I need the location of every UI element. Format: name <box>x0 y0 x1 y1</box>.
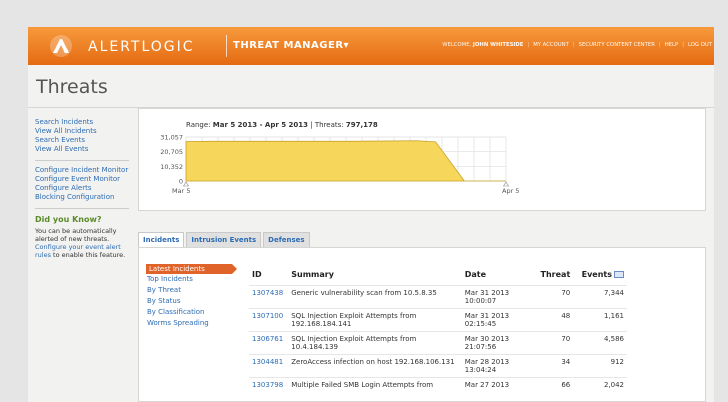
subnav-by-classification[interactable]: By Classification <box>146 307 241 318</box>
link-separator: | <box>658 42 661 48</box>
sidebar-item-view-all-incidents[interactable]: View All Incidents <box>35 127 129 136</box>
x-tick-label: Mar 5 <box>172 187 190 195</box>
tab-incidents[interactable]: Incidents <box>138 232 185 247</box>
tab-defenses[interactable]: Defenses <box>263 232 310 247</box>
product-menu[interactable]: THREAT MANAGER▾ <box>233 40 349 51</box>
table-row[interactable]: 1307438 Generic vulnerability scan from 1… <box>249 285 627 309</box>
brand-name: ALERTLOGIC <box>88 39 195 55</box>
incident-threat: 66 <box>536 377 574 392</box>
incident-threat: 70 <box>536 285 574 309</box>
incident-date: Mar 30 2013 21:07:56 <box>461 331 537 355</box>
table-row[interactable]: 1306761 SQL Injection Exploit Attempts fr… <box>249 331 627 355</box>
tab-intrusion-events[interactable]: Intrusion Events <box>186 232 262 247</box>
y-tick-label: 0 <box>179 178 183 186</box>
did-you-know-heading: Did you Know? <box>35 215 102 224</box>
page-title: Threats <box>36 76 108 98</box>
incident-id-link[interactable]: 1304481 <box>249 354 289 378</box>
sidebar-divider <box>35 208 129 209</box>
top-header: ALERTLOGIC THREAT MANAGER▾ WELCOME, JOHN… <box>28 27 714 65</box>
sidebar-item-configure-alerts[interactable]: Configure Alerts <box>35 184 129 193</box>
incident-id-link[interactable]: 1303798 <box>249 377 289 392</box>
column-header-date[interactable]: Date <box>462 268 536 286</box>
sidebar-item-view-all-events[interactable]: View All Events <box>35 145 129 154</box>
incident-events: 4,586 <box>573 331 627 355</box>
column-header-id[interactable]: ID <box>249 268 288 286</box>
sidebar-item-search-events[interactable]: Search Events <box>35 136 129 145</box>
did-you-know-text: You can be automatically alerted of new … <box>35 227 126 259</box>
incidents-panel: Latest Incidents Top Incidents By Threat… <box>138 247 706 402</box>
welcome-text: WELCOME, JOHN WHITESIDE <box>442 42 524 48</box>
incident-threat: 34 <box>536 354 574 378</box>
sidebar-divider <box>35 160 129 161</box>
sidebar-item-blocking-configuration[interactable]: Blocking Configuration <box>35 193 129 202</box>
link-separator: | <box>682 42 684 48</box>
link-separator: | <box>572 42 575 48</box>
sidebar-item-configure-incident-monitor[interactable]: Configure Incident Monitor <box>35 166 129 175</box>
my-account-link[interactable]: MY ACCOUNT <box>533 42 569 48</box>
table-row[interactable]: 1303798 Multiple Failed SMB Login Attempt… <box>249 377 627 392</box>
incidents-table-body: 1307438 Generic vulnerability scan from 1… <box>249 285 627 392</box>
outer-margin-top <box>0 0 728 27</box>
tab-bar: Incidents Intrusion Events Defenses <box>138 232 312 247</box>
log-out-link[interactable]: LOG OUT <box>688 42 712 48</box>
outer-margin-left <box>0 27 28 402</box>
outer-margin-right <box>714 27 728 402</box>
column-header-events[interactable]: Events <box>573 268 627 286</box>
incident-id-link[interactable]: 1307100 <box>249 308 289 332</box>
main-content: Threats Search Incidents View All Incide… <box>28 65 714 402</box>
incident-summary: ZeroAccess infection on host 192.168.106… <box>288 354 462 378</box>
incident-date: Mar 27 2013 <box>461 377 537 392</box>
x-tick-label: Apr 5 <box>502 187 519 195</box>
incident-summary: SQL Injection Exploit Attempts from 192.… <box>288 308 462 332</box>
incident-events: 912 <box>573 354 627 378</box>
header-divider <box>226 35 227 57</box>
subnav-latest-incidents[interactable]: Latest Incidents <box>146 264 237 274</box>
incident-id-link[interactable]: 1307438 <box>249 285 289 309</box>
incident-threat: 70 <box>536 331 574 355</box>
y-tick-label: 20,705 <box>160 148 183 156</box>
sidebar-item-search-incidents[interactable]: Search Incidents <box>35 118 129 127</box>
subnav-by-status[interactable]: By Status <box>146 296 241 307</box>
export-icon[interactable] <box>614 271 624 278</box>
x-axis-marker <box>182 181 190 187</box>
incident-summary: Generic vulnerability scan from 10.5.8.3… <box>288 285 462 309</box>
incident-date: Mar 28 2013 13:04:24 <box>461 354 537 378</box>
incident-summary: Multiple Failed SMB Login Attempts from <box>288 377 462 392</box>
security-content-center-link[interactable]: SECURITY CONTENT CENTER <box>579 42 655 48</box>
column-header-summary[interactable]: Summary <box>288 268 462 286</box>
incident-summary: SQL Injection Exploit Attempts from 10.4… <box>288 331 462 355</box>
column-header-threat[interactable]: Threat <box>536 268 573 286</box>
table-row[interactable]: 1307100 SQL Injection Exploit Attempts fr… <box>249 308 627 332</box>
incident-events: 1,161 <box>573 308 627 332</box>
subnav-by-threat[interactable]: By Threat <box>146 285 241 296</box>
top-links: WELCOME, JOHN WHITESIDE | MY ACCOUNT | S… <box>442 42 712 48</box>
sidebar: Search Incidents View All Incidents Sear… <box>35 118 129 259</box>
table-row[interactable]: 1304481 ZeroAccess infection on host 192.… <box>249 354 627 378</box>
alertlogic-logo-icon[interactable] <box>48 34 74 58</box>
y-tick-label: 31,057 <box>160 134 183 142</box>
sidebar-item-configure-event-monitor[interactable]: Configure Event Monitor <box>35 175 129 184</box>
link-separator: | <box>527 42 530 48</box>
help-link[interactable]: HELP <box>665 42 678 48</box>
table-header-row: ID Summary Date Threat Events <box>249 268 627 286</box>
incidents-table: ID Summary Date Threat Events 1307438 Gen… <box>249 268 627 392</box>
incident-threat: 48 <box>536 308 574 332</box>
incident-date: Mar 31 2013 10:00:07 <box>461 285 537 309</box>
app-frame: ALERTLOGIC THREAT MANAGER▾ WELCOME, JOHN… <box>0 0 728 402</box>
incident-date: Mar 31 2013 02:15:45 <box>461 308 537 332</box>
x-axis-marker <box>502 181 510 187</box>
incident-events: 7,344 <box>573 285 627 309</box>
threat-area-chart: 0 10,352 20,705 31,057 Mar 5 Apr 5 <box>160 134 519 196</box>
incident-id-link[interactable]: 1306761 <box>249 331 289 355</box>
subnav-worms-spreading[interactable]: Worms Spreading <box>146 318 241 329</box>
incidents-subnav: Latest Incidents Top Incidents By Threat… <box>146 264 241 329</box>
threat-chart-panel: Range: Mar 5 2013 - Apr 5 2013 | Threats… <box>138 108 706 211</box>
subnav-top-incidents[interactable]: Top Incidents <box>146 274 241 285</box>
y-tick-label: 10,352 <box>160 163 183 171</box>
incident-events: 2,042 <box>573 377 627 392</box>
